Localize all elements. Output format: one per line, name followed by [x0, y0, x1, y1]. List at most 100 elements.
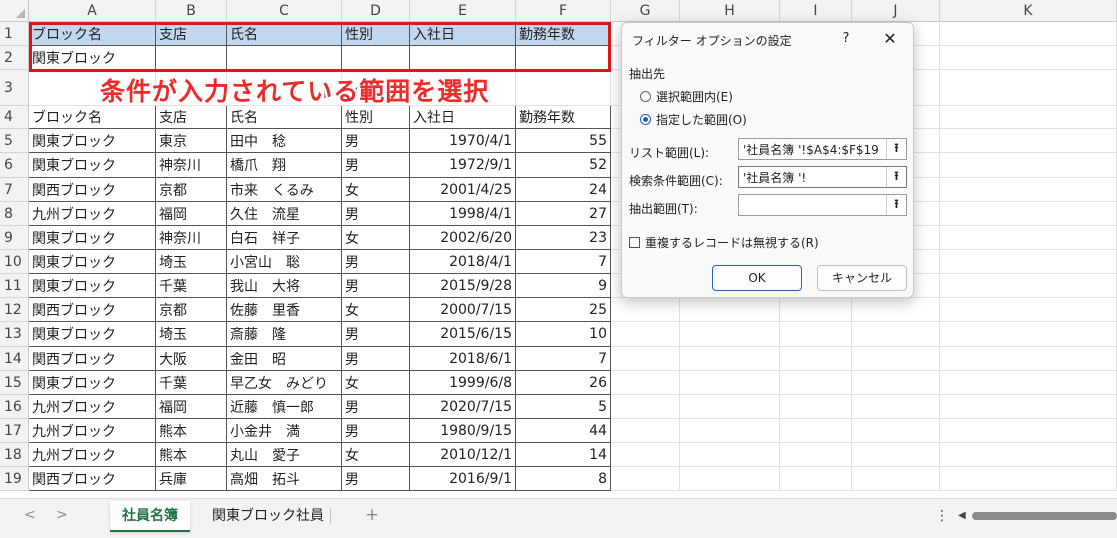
- table-cell[interactable]: 25: [516, 298, 611, 322]
- table-cell[interactable]: 熊本: [156, 419, 227, 443]
- empty-cell[interactable]: [680, 371, 780, 395]
- table-cell[interactable]: 関東ブロック: [29, 371, 156, 395]
- empty-cell[interactable]: [780, 395, 852, 419]
- empty-cell[interactable]: [852, 443, 940, 467]
- row-header-12[interactable]: 12: [0, 298, 29, 322]
- row-header-15[interactable]: 15: [0, 371, 29, 395]
- table-cell[interactable]: 小金井 満: [227, 419, 342, 443]
- close-icon[interactable]: ✕: [879, 28, 901, 50]
- table-cell[interactable]: 1999/6/8: [410, 371, 516, 395]
- radio-off-icon[interactable]: [640, 91, 651, 102]
- horizontal-scrollbar[interactable]: ◀: [958, 510, 1117, 521]
- range-picker-icon[interactable]: ⭱: [886, 167, 906, 187]
- table-cell[interactable]: 関東ブロック: [29, 274, 156, 298]
- empty-cell[interactable]: [940, 153, 1117, 178]
- criteria-value-cell[interactable]: [156, 46, 227, 70]
- empty-cell[interactable]: [611, 371, 680, 395]
- table-cell[interactable]: 関西ブロック: [29, 178, 156, 202]
- table-cell[interactable]: 関東ブロック: [29, 129, 156, 153]
- empty-cell[interactable]: [611, 322, 680, 347]
- criteria-header-cell[interactable]: 氏名: [227, 22, 342, 46]
- table-cell[interactable]: 関西ブロック: [29, 467, 156, 491]
- row-header-4[interactable]: 4: [0, 106, 29, 129]
- table-cell[interactable]: 7: [516, 250, 611, 274]
- column-header-e[interactable]: E: [410, 0, 516, 22]
- column-header-a[interactable]: A: [29, 0, 156, 22]
- table-cell[interactable]: 小宮山 聡: [227, 250, 342, 274]
- table-cell[interactable]: 早乙女 みどり: [227, 371, 342, 395]
- empty-cell[interactable]: [780, 347, 852, 371]
- table-cell[interactable]: 埼玉: [156, 250, 227, 274]
- column-header-f[interactable]: F: [516, 0, 611, 22]
- table-cell[interactable]: 1972/9/1: [410, 153, 516, 178]
- radio-filter-in-place[interactable]: 選択範囲内(E): [640, 88, 733, 105]
- column-header-c[interactable]: C: [227, 0, 342, 22]
- table-cell[interactable]: 52: [516, 153, 611, 178]
- table-header-cell[interactable]: 入社日: [410, 106, 516, 129]
- more-options-icon[interactable]: ⋮: [935, 508, 949, 524]
- table-cell[interactable]: 10: [516, 322, 611, 347]
- table-cell[interactable]: 高畑 拓斗: [227, 467, 342, 491]
- table-cell[interactable]: 九州ブロック: [29, 419, 156, 443]
- table-cell[interactable]: 九州ブロック: [29, 443, 156, 467]
- table-cell[interactable]: 14: [516, 443, 611, 467]
- table-cell[interactable]: 23: [516, 226, 611, 250]
- empty-cell[interactable]: [940, 298, 1117, 322]
- table-cell[interactable]: 兵庫: [156, 467, 227, 491]
- table-cell[interactable]: 男: [342, 274, 410, 298]
- table-cell[interactable]: 神奈川: [156, 153, 227, 178]
- row-header-17[interactable]: 17: [0, 419, 29, 443]
- copy-to-field[interactable]: ⭱: [738, 194, 907, 216]
- table-cell[interactable]: 2010/12/1: [410, 443, 516, 467]
- criteria-header-cell[interactable]: 支店: [156, 22, 227, 46]
- table-cell[interactable]: 関東ブロック: [29, 153, 156, 178]
- table-cell[interactable]: 2015/6/15: [410, 322, 516, 347]
- empty-cell[interactable]: [940, 22, 1117, 46]
- table-cell[interactable]: 東京: [156, 129, 227, 153]
- table-cell[interactable]: 2000/7/15: [410, 298, 516, 322]
- empty-cell[interactable]: [852, 322, 940, 347]
- column-header-i[interactable]: I: [780, 0, 852, 22]
- table-cell[interactable]: 2020/7/15: [410, 395, 516, 419]
- radio-copy-to-location[interactable]: 指定した範囲(O): [640, 111, 747, 128]
- empty-cell[interactable]: [940, 371, 1117, 395]
- unique-records-checkbox[interactable]: 重複するレコードは無視する(R): [629, 234, 819, 251]
- table-cell[interactable]: 2001/4/25: [410, 178, 516, 202]
- criteria-value-cell[interactable]: [410, 46, 516, 70]
- column-header-h[interactable]: H: [680, 0, 780, 22]
- checkbox-icon[interactable]: [629, 237, 640, 248]
- table-cell[interactable]: 1980/9/15: [410, 419, 516, 443]
- criteria-value-cell[interactable]: 関東ブロック: [29, 46, 156, 70]
- empty-cell[interactable]: [680, 347, 780, 371]
- criteria-value-cell[interactable]: [227, 46, 342, 70]
- table-cell[interactable]: 男: [342, 153, 410, 178]
- table-cell[interactable]: 田中 稔: [227, 129, 342, 153]
- column-header-j[interactable]: J: [852, 0, 940, 22]
- worksheet[interactable]: ABCDEFGHIJK 1 2 3 4 5 6 7 8 9 10 11 12 13 14 15 16 17 18 1…: [0, 0, 1117, 498]
- table-cell[interactable]: 福岡: [156, 395, 227, 419]
- table-cell[interactable]: 男: [342, 202, 410, 226]
- table-cell[interactable]: 神奈川: [156, 226, 227, 250]
- table-cell[interactable]: 九州ブロック: [29, 395, 156, 419]
- criteria-header-cell[interactable]: ブロック名: [29, 22, 156, 46]
- empty-cell[interactable]: [680, 395, 780, 419]
- table-cell[interactable]: 24: [516, 178, 611, 202]
- criteria-value-cell[interactable]: [342, 46, 410, 70]
- row-header-9[interactable]: 9: [0, 226, 29, 250]
- empty-cell[interactable]: [680, 322, 780, 347]
- table-cell[interactable]: 男: [342, 347, 410, 371]
- table-cell[interactable]: 1998/4/1: [410, 202, 516, 226]
- empty-cell[interactable]: [680, 443, 780, 467]
- table-cell[interactable]: 女: [342, 178, 410, 202]
- tab-kanto-employees[interactable]: 関東ブロック社員: [200, 501, 336, 532]
- table-cell[interactable]: 福岡: [156, 202, 227, 226]
- table-cell[interactable]: 熊本: [156, 443, 227, 467]
- empty-cell[interactable]: [852, 371, 940, 395]
- table-cell[interactable]: 関東ブロック: [29, 322, 156, 347]
- table-cell[interactable]: 丸山 愛子: [227, 443, 342, 467]
- empty-cell[interactable]: [940, 395, 1117, 419]
- empty-cell[interactable]: [780, 322, 852, 347]
- table-cell[interactable]: 九州ブロック: [29, 202, 156, 226]
- table-cell[interactable]: 2018/4/1: [410, 250, 516, 274]
- table-cell[interactable]: 7: [516, 347, 611, 371]
